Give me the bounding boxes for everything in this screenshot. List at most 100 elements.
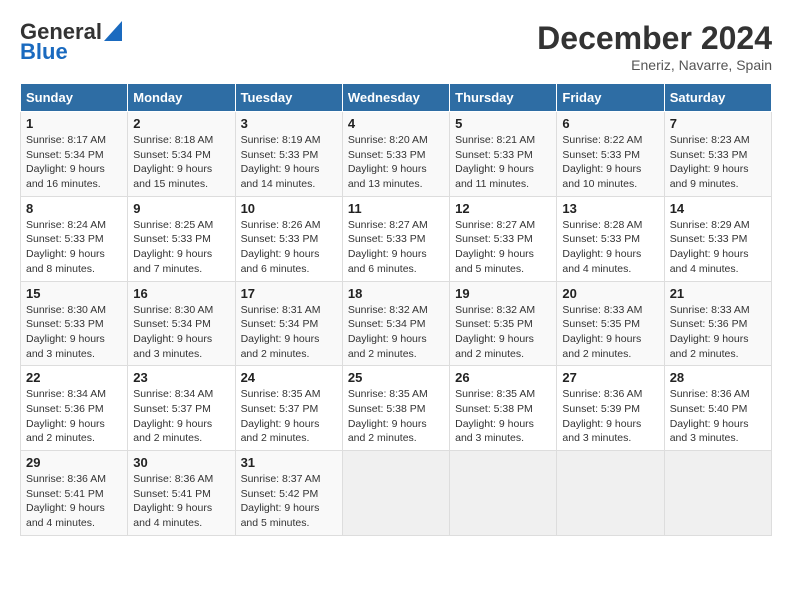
- table-row: 16 Sunrise: 8:30 AMSunset: 5:34 PMDayligh…: [128, 281, 235, 366]
- day-info: Sunrise: 8:37 AMSunset: 5:42 PMDaylight:…: [241, 472, 337, 531]
- day-number: 22: [26, 370, 122, 385]
- calendar-table: Sunday Monday Tuesday Wednesday Thursday…: [20, 83, 772, 536]
- table-row: 6 Sunrise: 8:22 AMSunset: 5:33 PMDaylight…: [557, 112, 664, 197]
- day-number: 16: [133, 286, 229, 301]
- day-info: Sunrise: 8:22 AMSunset: 5:33 PMDaylight:…: [562, 133, 658, 192]
- table-row: 18 Sunrise: 8:32 AMSunset: 5:34 PMDayligh…: [342, 281, 449, 366]
- day-info: Sunrise: 8:25 AMSunset: 5:33 PMDaylight:…: [133, 218, 229, 277]
- col-friday: Friday: [557, 84, 664, 112]
- day-number: 3: [241, 116, 337, 131]
- table-row: 25Sunrise: 8:35 AMSunset: 5:38 PMDayligh…: [342, 366, 449, 451]
- day-number: 28: [670, 370, 766, 385]
- day-number: 2: [133, 116, 229, 131]
- day-number: 13: [562, 201, 658, 216]
- table-row: 29 Sunrise: 8:36 AMSunset: 5:41 PMDayligh…: [21, 451, 128, 536]
- table-row: 21 Sunrise: 8:33 AMSunset: 5:36 PMDayligh…: [664, 281, 771, 366]
- table-row: [342, 451, 449, 536]
- day-info: Sunrise: 8:23 AMSunset: 5:33 PMDaylight:…: [670, 133, 766, 192]
- day-info: Sunrise: 8:33 AMSunset: 5:35 PMDaylight:…: [562, 303, 658, 362]
- day-number: 29: [26, 455, 122, 470]
- day-number: 30: [133, 455, 229, 470]
- logo: General Blue: [20, 20, 122, 64]
- day-number: 21: [670, 286, 766, 301]
- day-number: 20: [562, 286, 658, 301]
- day-info: Sunrise: 8:21 AMSunset: 5:33 PMDaylight:…: [455, 133, 551, 192]
- day-info: Sunrise: 8:26 AMSunset: 5:33 PMDaylight:…: [241, 218, 337, 277]
- day-info: Sunrise: 8:35 AMSunset: 5:37 PMDaylight:…: [241, 387, 337, 446]
- table-row: 27Sunrise: 8:36 AMSunset: 5:39 PMDayligh…: [557, 366, 664, 451]
- day-number: 6: [562, 116, 658, 131]
- day-info: Sunrise: 8:30 AMSunset: 5:33 PMDaylight:…: [26, 303, 122, 362]
- table-row: 3 Sunrise: 8:19 AMSunset: 5:33 PMDaylight…: [235, 112, 342, 197]
- day-info: Sunrise: 8:27 AMSunset: 5:33 PMDaylight:…: [348, 218, 444, 277]
- day-number: 27: [562, 370, 658, 385]
- day-number: 15: [26, 286, 122, 301]
- table-row: [664, 451, 771, 536]
- day-number: 12: [455, 201, 551, 216]
- day-number: 10: [241, 201, 337, 216]
- table-row: 22 Sunrise: 8:34 AMSunset: 5:36 PMDayligh…: [21, 366, 128, 451]
- table-row: 28 Sunrise: 8:36 AMSunset: 5:40 PMDayligh…: [664, 366, 771, 451]
- header-row: Sunday Monday Tuesday Wednesday Thursday…: [21, 84, 772, 112]
- table-row: 30 Sunrise: 8:36 AMSunset: 5:41 PMDayligh…: [128, 451, 235, 536]
- day-info: Sunrise: 8:35 AMSunset: 5:38 PMDaylight:…: [455, 387, 551, 446]
- table-row: 20 Sunrise: 8:33 AMSunset: 5:35 PMDayligh…: [557, 281, 664, 366]
- page-header: General Blue December 2024 Eneriz, Navar…: [20, 20, 772, 73]
- day-number: 18: [348, 286, 444, 301]
- table-row: 5 Sunrise: 8:21 AMSunset: 5:33 PMDaylight…: [450, 112, 557, 197]
- day-info: Sunrise: 8:34 AMSunset: 5:36 PMDaylight:…: [26, 387, 122, 446]
- day-number: 24: [241, 370, 337, 385]
- day-number: 7: [670, 116, 766, 131]
- day-info: Sunrise: 8:27 AMSunset: 5:33 PMDaylight:…: [455, 218, 551, 277]
- col-saturday: Saturday: [664, 84, 771, 112]
- day-number: 25: [348, 370, 444, 385]
- day-info: Sunrise: 8:32 AMSunset: 5:35 PMDaylight:…: [455, 303, 551, 362]
- day-number: 5: [455, 116, 551, 131]
- title-block: December 2024 Eneriz, Navarre, Spain: [537, 20, 772, 73]
- day-number: 4: [348, 116, 444, 131]
- day-number: 9: [133, 201, 229, 216]
- table-row: 23Sunrise: 8:34 AMSunset: 5:37 PMDayligh…: [128, 366, 235, 451]
- day-info: Sunrise: 8:20 AMSunset: 5:33 PMDaylight:…: [348, 133, 444, 192]
- location-subtitle: Eneriz, Navarre, Spain: [537, 57, 772, 73]
- day-number: 11: [348, 201, 444, 216]
- table-row: 14 Sunrise: 8:29 AMSunset: 5:33 PMDayligh…: [664, 196, 771, 281]
- month-title: December 2024: [537, 20, 772, 57]
- day-info: Sunrise: 8:32 AMSunset: 5:34 PMDaylight:…: [348, 303, 444, 362]
- col-wednesday: Wednesday: [342, 84, 449, 112]
- day-info: Sunrise: 8:36 AMSunset: 5:41 PMDaylight:…: [26, 472, 122, 531]
- col-thursday: Thursday: [450, 84, 557, 112]
- day-info: Sunrise: 8:31 AMSunset: 5:34 PMDaylight:…: [241, 303, 337, 362]
- day-number: 1: [26, 116, 122, 131]
- day-number: 19: [455, 286, 551, 301]
- table-row: 8 Sunrise: 8:24 AMSunset: 5:33 PMDaylight…: [21, 196, 128, 281]
- table-row: 15 Sunrise: 8:30 AMSunset: 5:33 PMDayligh…: [21, 281, 128, 366]
- table-row: 17Sunrise: 8:31 AMSunset: 5:34 PMDayligh…: [235, 281, 342, 366]
- table-row: 7 Sunrise: 8:23 AMSunset: 5:33 PMDaylight…: [664, 112, 771, 197]
- day-number: 26: [455, 370, 551, 385]
- day-number: 14: [670, 201, 766, 216]
- table-row: 24 Sunrise: 8:35 AMSunset: 5:37 PMDayligh…: [235, 366, 342, 451]
- col-monday: Monday: [128, 84, 235, 112]
- table-row: 9 Sunrise: 8:25 AMSunset: 5:33 PMDaylight…: [128, 196, 235, 281]
- day-info: Sunrise: 8:19 AMSunset: 5:33 PMDaylight:…: [241, 133, 337, 192]
- day-info: Sunrise: 8:33 AMSunset: 5:36 PMDaylight:…: [670, 303, 766, 362]
- logo-icon: [104, 21, 122, 41]
- day-info: Sunrise: 8:30 AMSunset: 5:34 PMDaylight:…: [133, 303, 229, 362]
- table-row: [450, 451, 557, 536]
- day-number: 8: [26, 201, 122, 216]
- day-info: Sunrise: 8:28 AMSunset: 5:33 PMDaylight:…: [562, 218, 658, 277]
- day-info: Sunrise: 8:36 AMSunset: 5:41 PMDaylight:…: [133, 472, 229, 531]
- table-row: 10 Sunrise: 8:26 AMSunset: 5:33 PMDayligh…: [235, 196, 342, 281]
- day-number: 31: [241, 455, 337, 470]
- day-info: Sunrise: 8:24 AMSunset: 5:33 PMDaylight:…: [26, 218, 122, 277]
- day-info: Sunrise: 8:29 AMSunset: 5:33 PMDaylight:…: [670, 218, 766, 277]
- table-row: [557, 451, 664, 536]
- table-row: 1Sunrise: 8:17 AMSunset: 5:34 PMDaylight…: [21, 112, 128, 197]
- day-info: Sunrise: 8:36 AMSunset: 5:40 PMDaylight:…: [670, 387, 766, 446]
- day-info: Sunrise: 8:18 AMSunset: 5:34 PMDaylight:…: [133, 133, 229, 192]
- col-tuesday: Tuesday: [235, 84, 342, 112]
- table-row: 12 Sunrise: 8:27 AMSunset: 5:33 PMDayligh…: [450, 196, 557, 281]
- logo-blue: Blue: [20, 40, 122, 64]
- table-row: 13 Sunrise: 8:28 AMSunset: 5:33 PMDayligh…: [557, 196, 664, 281]
